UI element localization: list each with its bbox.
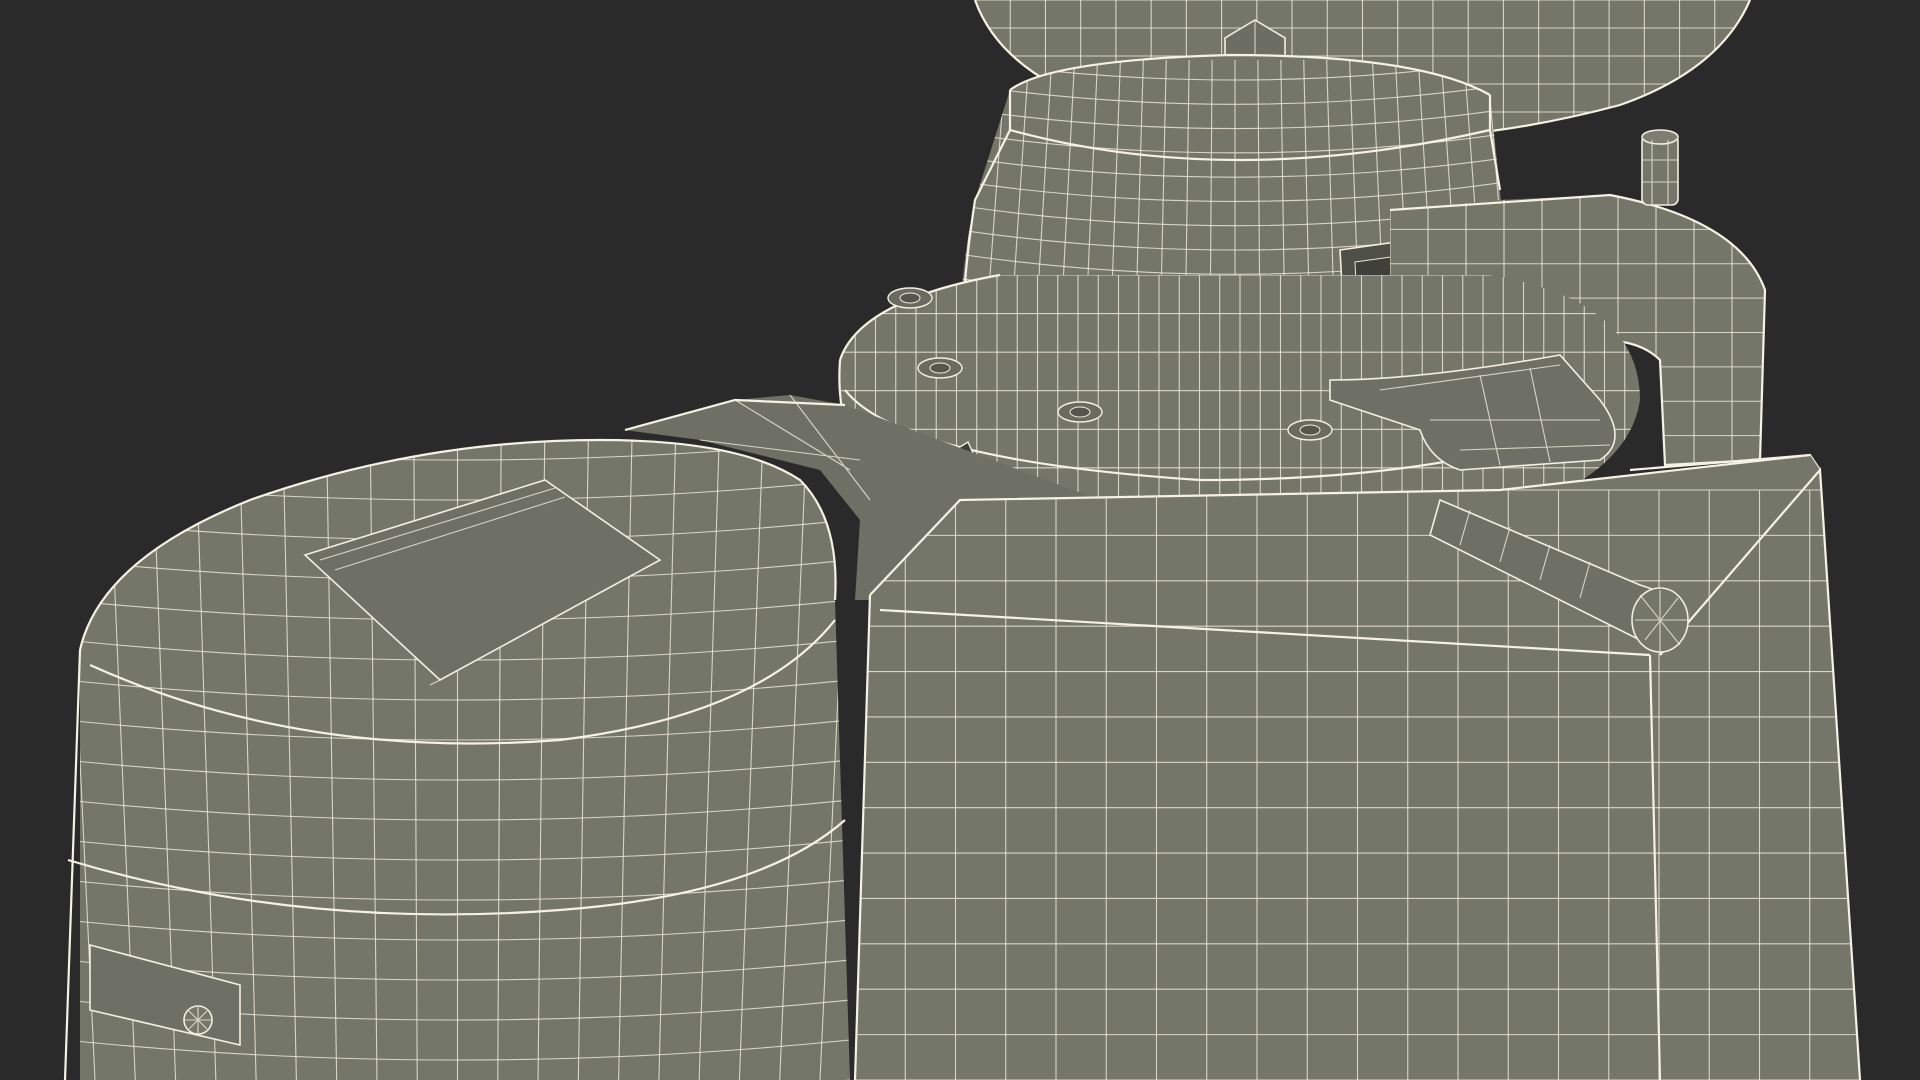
grinder-body [853,453,1862,1080]
arm-pin [1641,129,1679,206]
render-viewport [0,0,1920,1080]
wireframe-render [0,0,1920,1080]
